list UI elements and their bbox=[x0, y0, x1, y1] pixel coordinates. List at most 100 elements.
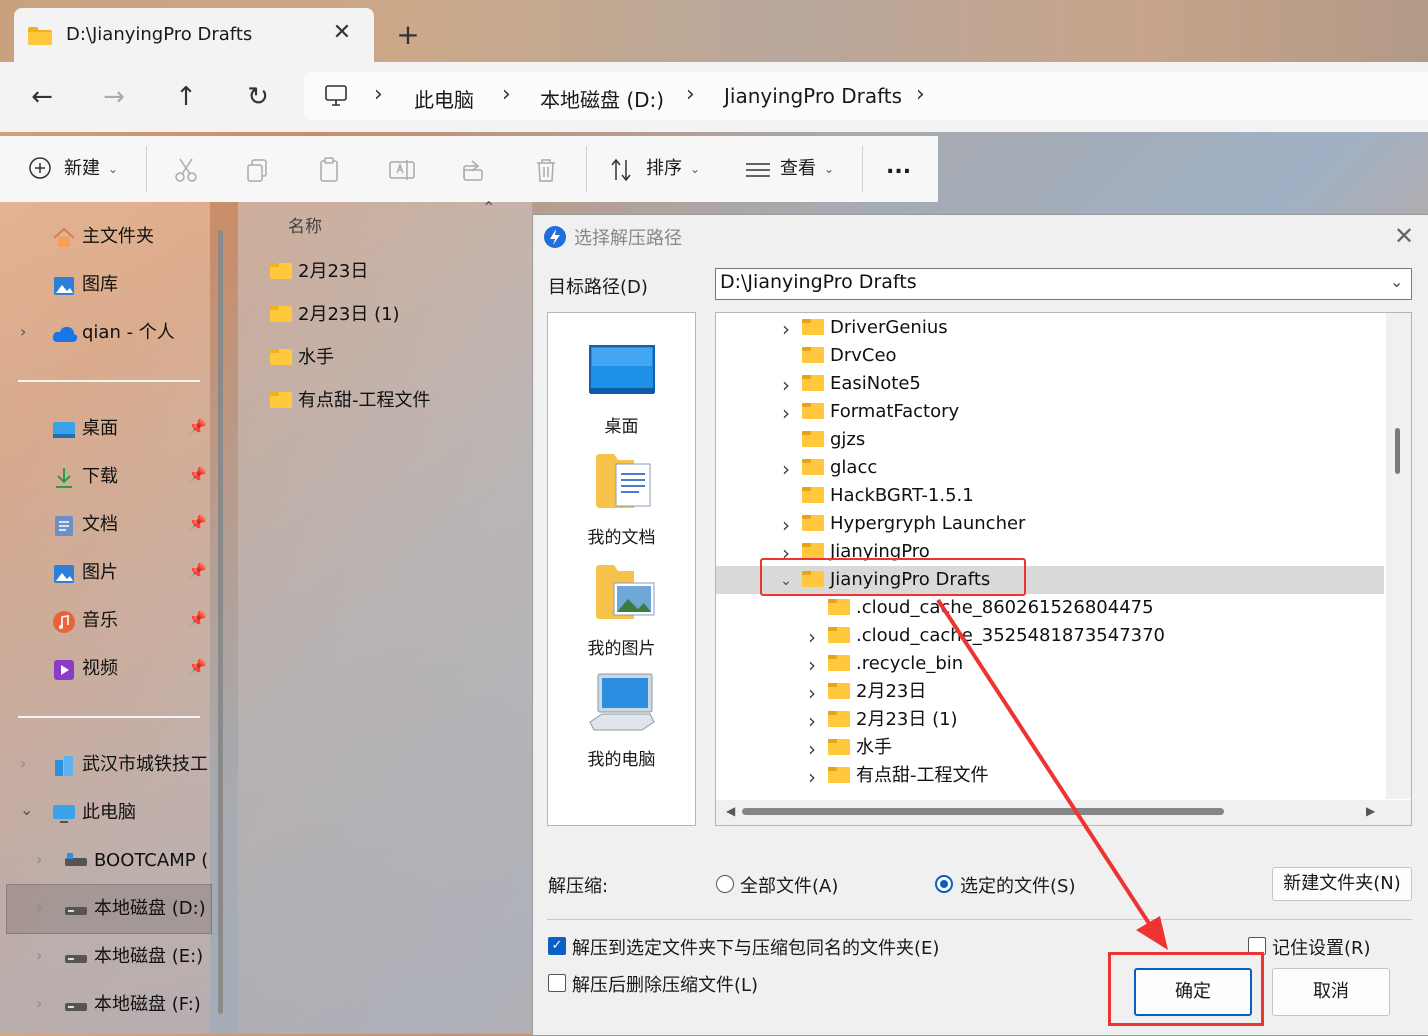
pin-icon[interactable]: 📌 bbox=[188, 514, 207, 532]
tree-item[interactable]: DriverGenius bbox=[802, 314, 948, 342]
new-button[interactable]: 新建 bbox=[64, 148, 100, 190]
radio-selected-files[interactable] bbox=[935, 875, 953, 893]
plus-circle-icon[interactable] bbox=[28, 156, 56, 184]
sidebar-item-videos[interactable]: 视频 bbox=[82, 651, 118, 687]
sidebar-item-drive-f[interactable]: 本地磁盘 (F:) bbox=[94, 987, 201, 1023]
tree-vertical-scrollbar[interactable] bbox=[1386, 313, 1411, 799]
breadcrumb-this-pc[interactable]: 此电脑 bbox=[414, 84, 474, 113]
sidebar-item-drive-e[interactable]: 本地磁盘 (E:) bbox=[94, 939, 203, 975]
chevron-right-icon[interactable]: › bbox=[20, 754, 26, 773]
chevron-right-icon[interactable]: › bbox=[804, 763, 820, 791]
tree-item[interactable]: 2月23日 bbox=[828, 678, 926, 706]
checkbox-delete-after-label[interactable]: 解压后删除压缩文件(L) bbox=[572, 971, 758, 997]
refresh-icon[interactable]: ↻ bbox=[236, 78, 280, 118]
chevron-right-icon[interactable]: › bbox=[804, 679, 820, 707]
file-item[interactable]: 2月23日 bbox=[270, 256, 368, 288]
place-desktop[interactable]: 桌面 bbox=[547, 412, 696, 437]
tree-item[interactable]: 有点甜-工程文件 bbox=[828, 762, 989, 790]
tree-item[interactable]: FormatFactory bbox=[802, 398, 959, 426]
chevron-right-icon[interactable]: › bbox=[374, 82, 383, 107]
scroll-left-arrow-icon[interactable]: ◀ bbox=[726, 804, 735, 818]
view-button[interactable]: 查看 bbox=[780, 148, 816, 190]
tree-item[interactable]: EasiNote5 bbox=[802, 370, 921, 398]
trash-icon[interactable] bbox=[532, 156, 560, 184]
chevron-right-icon[interactable]: › bbox=[686, 82, 695, 107]
radio-selected-files-label[interactable]: 选定的文件(S) bbox=[960, 872, 1075, 898]
column-header-name[interactable]: 名称 bbox=[288, 212, 322, 237]
view-icon[interactable] bbox=[744, 156, 772, 184]
sidebar-item-music[interactable]: 音乐 bbox=[82, 603, 118, 639]
sidebar-item-org[interactable]: 武汉市城铁技工 bbox=[82, 747, 210, 783]
sidebar-item-desktop[interactable]: 桌面 bbox=[82, 411, 118, 447]
chevron-right-icon[interactable]: › bbox=[804, 735, 820, 763]
radio-all-files-label[interactable]: 全部文件(A) bbox=[740, 872, 838, 898]
pin-icon[interactable]: 📌 bbox=[188, 658, 207, 676]
chevron-right-icon[interactable]: › bbox=[778, 371, 794, 399]
tree-item[interactable]: 2月23日 (1) bbox=[828, 706, 958, 734]
new-tab-icon[interactable]: + bbox=[396, 18, 420, 51]
place-documents[interactable]: 我的文档 bbox=[547, 523, 696, 548]
radio-all-files[interactable] bbox=[716, 875, 734, 893]
place-pictures[interactable]: 我的图片 bbox=[547, 634, 696, 659]
forward-arrow-icon[interactable]: → bbox=[92, 78, 136, 118]
place-computer[interactable]: 我的电脑 bbox=[547, 745, 696, 770]
tree-item[interactable]: gjzs bbox=[802, 426, 865, 454]
pictures-place-icon[interactable] bbox=[594, 561, 656, 625]
chevron-right-icon[interactable]: › bbox=[36, 946, 42, 965]
chevron-right-icon[interactable]: › bbox=[36, 994, 42, 1013]
computer-place-icon[interactable] bbox=[588, 672, 656, 736]
rename-icon[interactable] bbox=[388, 156, 416, 184]
tree-item[interactable]: .cloud_cache_860261526804475 bbox=[828, 594, 1154, 622]
pin-icon[interactable]: 📌 bbox=[188, 466, 207, 484]
chevron-right-icon[interactable]: › bbox=[778, 455, 794, 483]
tree-vertical-scroll-thumb[interactable] bbox=[1395, 428, 1400, 474]
file-item[interactable]: 水手 bbox=[270, 342, 334, 374]
paste-icon[interactable] bbox=[316, 156, 344, 184]
file-item[interactable]: 有点甜-工程文件 bbox=[270, 385, 431, 417]
chevron-down-icon[interactable]: ⌄ bbox=[20, 800, 33, 819]
sidebar-item-this-pc[interactable]: 此电脑 bbox=[82, 795, 136, 831]
sidebar-item-drive-d[interactable]: 本地磁盘 (D:) bbox=[94, 891, 206, 927]
breadcrumb-drive-d[interactable]: 本地磁盘 (D:) bbox=[540, 84, 664, 113]
chevron-right-icon[interactable]: › bbox=[804, 707, 820, 735]
checkbox-delete-after[interactable] bbox=[548, 974, 566, 992]
sidebar-scrollbar[interactable] bbox=[218, 230, 223, 1014]
chevron-right-icon[interactable]: › bbox=[778, 511, 794, 539]
up-arrow-icon[interactable]: ↑ bbox=[164, 78, 208, 118]
sidebar-item-downloads[interactable]: 下载 bbox=[82, 459, 118, 495]
chevron-right-icon[interactable]: › bbox=[778, 315, 794, 343]
share-icon[interactable] bbox=[460, 156, 488, 184]
tree-item[interactable]: DrvCeo bbox=[802, 342, 897, 370]
chevron-right-icon[interactable]: › bbox=[804, 623, 820, 651]
sidebar-item-pictures[interactable]: 图片 bbox=[82, 555, 118, 591]
sidebar-item-gallery[interactable]: 图库 bbox=[82, 267, 118, 303]
copy-icon[interactable] bbox=[244, 156, 272, 184]
chevron-down-icon[interactable]: ⌄ bbox=[690, 148, 700, 190]
chevron-right-icon[interactable]: › bbox=[916, 82, 925, 107]
tree-item[interactable]: Hypergryph Launcher bbox=[802, 510, 1025, 538]
chevron-right-icon[interactable]: › bbox=[20, 322, 26, 341]
more-options-icon[interactable]: ... bbox=[886, 146, 911, 188]
checkbox-remember-label[interactable]: 记住设置(R) bbox=[1272, 934, 1371, 960]
desktop-place-icon[interactable] bbox=[588, 344, 656, 398]
tree-item[interactable]: glacc bbox=[802, 454, 877, 482]
chevron-right-icon[interactable]: › bbox=[36, 898, 42, 917]
close-icon[interactable]: ✕ bbox=[1392, 222, 1416, 250]
cancel-button[interactable]: 取消 bbox=[1272, 968, 1390, 1016]
tree-item[interactable]: 水手 bbox=[828, 734, 892, 762]
checkbox-extract-same-name-label[interactable]: 解压到选定文件夹下与压缩包同名的文件夹(E) bbox=[572, 934, 939, 960]
pin-icon[interactable]: 📌 bbox=[188, 610, 207, 628]
sidebar-item-bootcamp[interactable]: BOOTCAMP ( bbox=[94, 843, 210, 879]
pin-icon[interactable]: 📌 bbox=[188, 418, 207, 436]
documents-place-icon[interactable] bbox=[594, 450, 654, 514]
sort-icon[interactable] bbox=[608, 156, 636, 184]
scroll-right-arrow-icon[interactable]: ▶ bbox=[1366, 804, 1375, 818]
pin-icon[interactable]: 📌 bbox=[188, 562, 207, 580]
tree-item[interactable]: HackBGRT-1.5.1 bbox=[802, 482, 974, 510]
cut-icon[interactable] bbox=[172, 156, 200, 184]
tree-horizontal-scroll-thumb[interactable] bbox=[742, 808, 1224, 815]
tree-item[interactable]: .cloud_cache_3525481873547370 bbox=[828, 622, 1165, 650]
breadcrumb-folder[interactable]: JianyingPro Drafts bbox=[724, 84, 902, 108]
chevron-right-icon[interactable]: › bbox=[502, 82, 511, 107]
sidebar-item-onedrive[interactable]: qian - 个人 bbox=[82, 315, 175, 351]
